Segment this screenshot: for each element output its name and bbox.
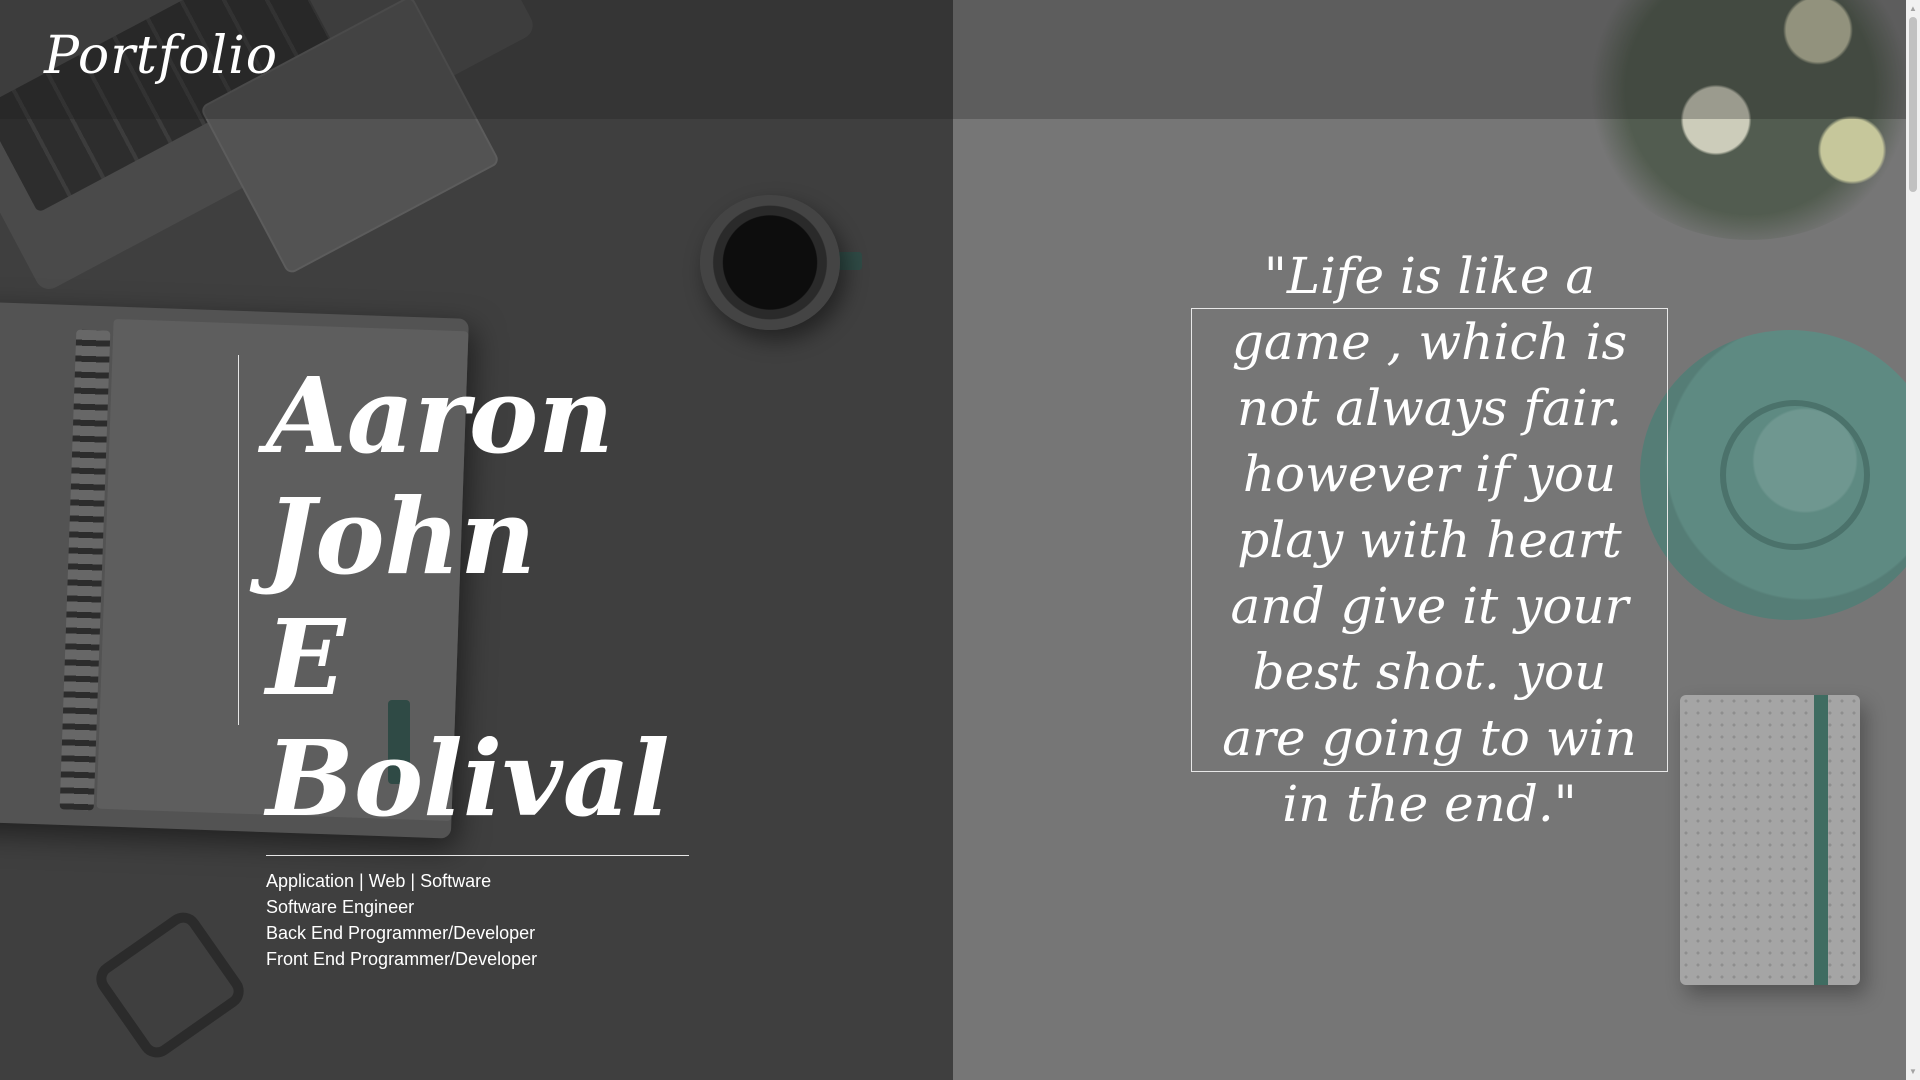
chevron-up-icon[interactable]: ▲: [1906, 0, 1920, 17]
scrollbar-thumb[interactable]: [1909, 17, 1917, 192]
dotted-notebook-image: [1680, 695, 1860, 985]
role-item: Back End Programmer/Developer: [266, 923, 536, 943]
roles-list: Application | Web | Software Software En…: [266, 868, 690, 972]
notebook-band-image: [1814, 695, 1828, 985]
site-header: Portfolio: [0, 0, 1906, 119]
teapot-lid-image: [1720, 400, 1870, 550]
role-item: Software Engineer: [266, 897, 415, 917]
intro-section: Aaron John E Bolival Application | Web |…: [238, 355, 690, 969]
brand-logo-link[interactable]: Portfolio: [44, 26, 278, 86]
name-line-2: E Bolival: [266, 596, 670, 840]
vertical-scrollbar[interactable]: ▲ ▼: [1906, 0, 1920, 1080]
role-item: Application | Web | Software: [266, 871, 492, 891]
person-name: Aaron John E Bolival: [266, 355, 689, 856]
quote-text: "Life is like a game , which is not alwa…: [1222, 247, 1637, 833]
coffee-cup-image: [700, 195, 840, 330]
chevron-down-icon[interactable]: ▼: [1906, 1063, 1920, 1080]
role-item: Front End Programmer/Developer: [266, 949, 538, 969]
quote-box: "Life is like a game , which is not alwa…: [1191, 247, 1668, 833]
name-line-1: Aaron John: [266, 354, 614, 598]
